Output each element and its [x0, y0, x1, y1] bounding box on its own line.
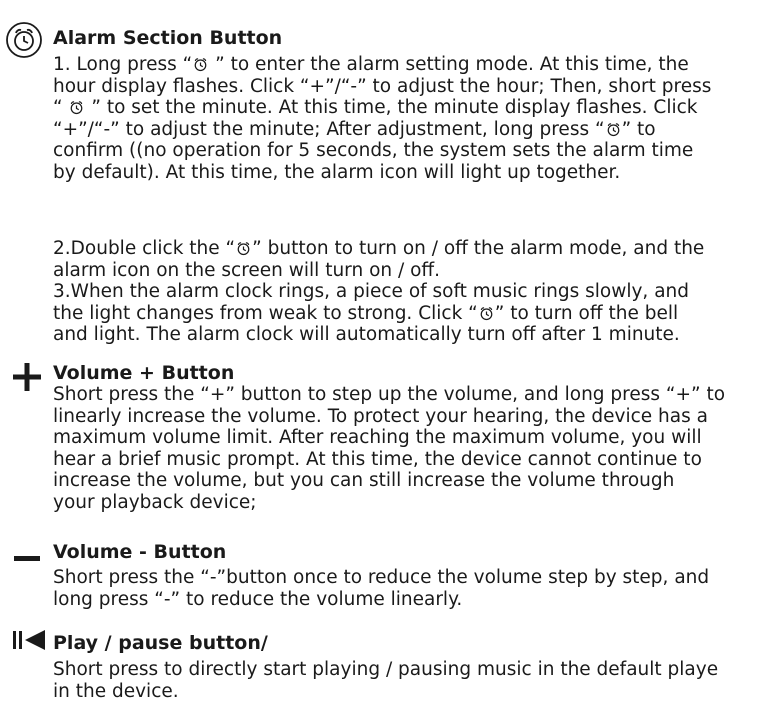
text-line: in the device. — [53, 680, 179, 702]
text-line: 2.Double click the “ ” button to turn on … — [53, 238, 758, 260]
text-segment: alarm icon on the screen will turn on / … — [53, 259, 441, 281]
volume-down-title: Volume - Button — [53, 541, 227, 563]
text-segment: 3.When the alarm clock rings, a piece of… — [53, 281, 690, 302]
text-segment: ” to — [621, 118, 656, 140]
text-segment: by default). At this time, the alarm ico… — [53, 161, 621, 183]
volume-up-title: Volume + Button — [53, 362, 235, 384]
text-line: the light changes from weak to strong. C… — [53, 303, 758, 325]
alarm-section-title: Alarm Section Button — [53, 27, 283, 49]
text-line: and light. The alarm clock will automati… — [53, 324, 758, 346]
text-line: 3.When the alarm clock rings, a piece of… — [53, 281, 758, 303]
text-segment: ” to enter the alarm setting mode. At th… — [209, 54, 689, 75]
text-segment: the light changes from weak to strong. C… — [53, 302, 478, 324]
alarm-clock-icon — [5, 21, 43, 59]
text-line: hear a brief music prompt. At this time,… — [53, 448, 702, 470]
play-pause-icon — [13, 630, 47, 650]
text-line: confirm ((no operation for 5 seconds, th… — [53, 140, 758, 162]
volume-up-description: Short press the “+” button to step up th… — [53, 384, 758, 513]
volume-down-description: Short press the “-”button once to reduce… — [53, 567, 758, 610]
text-line: linearly increase the volume. To protect… — [53, 405, 708, 427]
text-segment: ” to set the minute. At this time, the m… — [85, 97, 698, 118]
text-line: hour display flashes. Click “+”/“-” to a… — [53, 76, 758, 98]
minus-icon — [14, 547, 40, 561]
text-line: Short press to directly start playing / … — [53, 659, 719, 680]
text-segment: “ — [53, 97, 69, 118]
text-segment: ” to turn off the bell — [494, 302, 679, 324]
text-line: alarm icon on the screen will turn on / … — [53, 260, 758, 282]
play-pause-title: Play / pause button/ — [53, 632, 268, 654]
alarm-paragraph-3: 3.When the alarm clock rings, a piece of… — [53, 281, 758, 346]
text-line: your playback device; — [53, 491, 257, 513]
text-line: maximum volume limit. After reaching the… — [53, 427, 702, 448]
alarm-paragraph-2: 2.Double click the “ ” button to turn on … — [53, 238, 758, 281]
alarm-paragraph-1: 1. Long press “ ” to enter the alarm set… — [53, 54, 758, 183]
text-segment: “+”/“-” to adjust the minute; After adju… — [53, 118, 605, 140]
plus-icon — [13, 363, 41, 391]
inline-alarm-clock-icon — [237, 242, 250, 256]
text-line: 1. Long press “ ” to enter the alarm set… — [53, 54, 758, 76]
text-line: “+”/“-” to adjust the minute; After adju… — [53, 119, 758, 141]
text-segment: 2.Double click the “ — [53, 238, 236, 259]
text-segment: 1. Long press “ — [53, 54, 193, 75]
text-segment: hour display flashes. Click “+”/“-” to a… — [53, 75, 712, 97]
inline-alarm-clock-icon — [607, 122, 619, 136]
text-line: by default). At this time, the alarm ico… — [53, 162, 758, 184]
text-line: Short press the “+” button to step up th… — [53, 384, 726, 405]
text-line: increase the volume, but you can still i… — [53, 470, 675, 491]
inline-alarm-clock-icon — [480, 306, 493, 320]
text-segment: and light. The alarm clock will automati… — [53, 324, 680, 345]
text-segment: confirm ((no operation for 5 seconds, th… — [53, 140, 694, 161]
inline-alarm-clock-icon — [194, 58, 207, 72]
text-line: long press “-” to reduce the volume line… — [53, 588, 463, 610]
inline-alarm-clock-icon — [71, 101, 83, 115]
text-line: “ ” to set the minute. At this time, the… — [53, 97, 758, 119]
text-line: Short press the “-”button once to reduce… — [53, 567, 710, 588]
play-pause-description: Short press to directly start playing / … — [53, 659, 758, 702]
text-segment: ” button to turn on / off the alarm mode… — [252, 238, 705, 259]
